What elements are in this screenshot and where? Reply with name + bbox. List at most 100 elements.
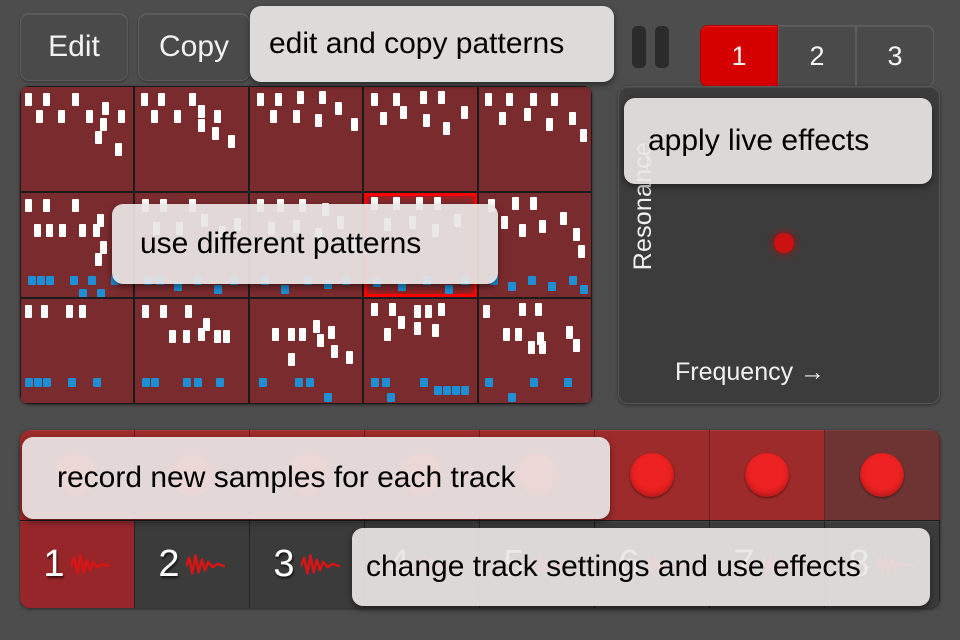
pattern-bank-label: 3: [887, 40, 903, 71]
pattern-note: [43, 199, 51, 213]
pause-bar-left: [632, 26, 646, 68]
pattern-note: [519, 224, 527, 238]
track-button-1[interactable]: 1: [20, 521, 135, 608]
pattern-note-blue: [34, 378, 43, 388]
pattern-cell[interactable]: [21, 299, 134, 403]
pattern-note: [79, 305, 87, 319]
pattern-note: [528, 340, 536, 354]
pattern-note: [413, 305, 421, 319]
pattern-note: [59, 224, 67, 238]
record-button[interactable]: [710, 430, 825, 520]
copy-button[interactable]: Copy: [138, 13, 250, 81]
pattern-note: [539, 220, 547, 234]
pattern-cell[interactable]: [249, 87, 363, 191]
pattern-note: [71, 199, 79, 213]
pattern-note: [370, 303, 378, 317]
pattern-note: [397, 315, 405, 329]
pattern-note-blue: [70, 276, 79, 286]
pattern-note: [173, 109, 181, 123]
pattern-note: [151, 109, 159, 123]
pattern-cell[interactable]: [478, 299, 591, 403]
pattern-bank-button-2[interactable]: 2: [778, 25, 856, 87]
pattern-note: [198, 104, 206, 118]
pattern-note: [501, 215, 509, 229]
pattern-note: [160, 305, 168, 319]
pattern-note: [299, 328, 307, 342]
track-button-3[interactable]: 3: [250, 521, 365, 608]
pattern-note-blue: [216, 378, 225, 388]
pattern-note: [292, 109, 300, 123]
pattern-note: [330, 344, 338, 358]
frequency-axis-label: Frequency →: [675, 358, 826, 386]
pattern-note: [573, 338, 580, 352]
pattern-note: [58, 109, 66, 123]
pattern-cell[interactable]: [364, 87, 477, 191]
pattern-note: [530, 93, 538, 107]
track-button-2[interactable]: 2: [135, 521, 250, 608]
pattern-note-blue: [68, 378, 77, 388]
pattern-note: [319, 91, 327, 105]
pattern-cell[interactable]: [21, 87, 134, 191]
pattern-note-blue: [530, 378, 539, 388]
pattern-note: [539, 340, 547, 354]
pattern-note-blue: [193, 378, 202, 388]
pattern-cell[interactable]: [364, 299, 477, 403]
pattern-cell[interactable]: [135, 87, 248, 191]
pattern-bank-button-3[interactable]: 3: [856, 25, 934, 87]
edit-button[interactable]: Edit: [20, 13, 128, 81]
edit-button-label: Edit: [48, 30, 100, 63]
pattern-note-blue: [420, 378, 429, 388]
pattern-note: [71, 93, 79, 107]
pause-bar-right: [655, 26, 669, 68]
pattern-note-blue: [294, 378, 303, 388]
pattern-cell[interactable]: [135, 299, 248, 403]
pattern-note: [142, 305, 150, 319]
pattern-note-blue: [507, 392, 516, 402]
pattern-note-blue: [579, 284, 588, 294]
pattern-note: [483, 305, 491, 319]
pattern-note-blue: [97, 288, 106, 297]
tooltip-record: record new samples for each track: [22, 437, 610, 519]
pattern-note: [559, 211, 567, 225]
pattern-note-blue: [27, 276, 36, 286]
pattern-note: [25, 199, 33, 213]
pattern-cell[interactable]: [249, 299, 363, 403]
record-dot-icon: [630, 453, 674, 497]
pattern-note: [568, 111, 576, 125]
pattern-note-blue: [88, 276, 97, 286]
pattern-note-blue: [142, 378, 151, 388]
waveform-icon: [70, 553, 110, 575]
pattern-note: [346, 351, 354, 364]
pattern-note: [523, 107, 531, 121]
pattern-note-blue: [370, 378, 379, 388]
pattern-note: [297, 91, 304, 105]
pattern-cell[interactable]: [478, 87, 591, 191]
pattern-note: [460, 105, 468, 119]
pattern-note: [157, 93, 165, 107]
pattern-note: [92, 224, 100, 238]
pattern-note: [573, 228, 580, 242]
pattern-note: [503, 328, 511, 342]
pattern-note: [99, 118, 107, 132]
pattern-note: [198, 119, 206, 133]
pattern-note: [86, 109, 94, 123]
pattern-note: [227, 134, 235, 148]
pattern-note: [45, 224, 53, 238]
pause-icon[interactable]: [632, 26, 674, 68]
pattern-note: [384, 328, 392, 342]
pattern-bank-label: 1: [731, 40, 747, 71]
pattern-note-blue: [214, 284, 223, 294]
xy-control-dot[interactable]: [774, 233, 794, 253]
record-button[interactable]: [595, 430, 710, 520]
pattern-note: [256, 93, 264, 107]
pattern-note-blue: [258, 378, 267, 388]
pattern-note: [65, 305, 73, 319]
pattern-note-blue: [151, 378, 160, 388]
pattern-bank-button-1[interactable]: 1: [700, 25, 778, 87]
pattern-note: [546, 118, 554, 132]
pattern-note-blue: [92, 378, 101, 388]
pattern-note: [438, 303, 446, 317]
track-number-label: 3: [273, 543, 295, 585]
record-button[interactable]: [825, 430, 940, 520]
pattern-note-blue: [564, 378, 573, 388]
